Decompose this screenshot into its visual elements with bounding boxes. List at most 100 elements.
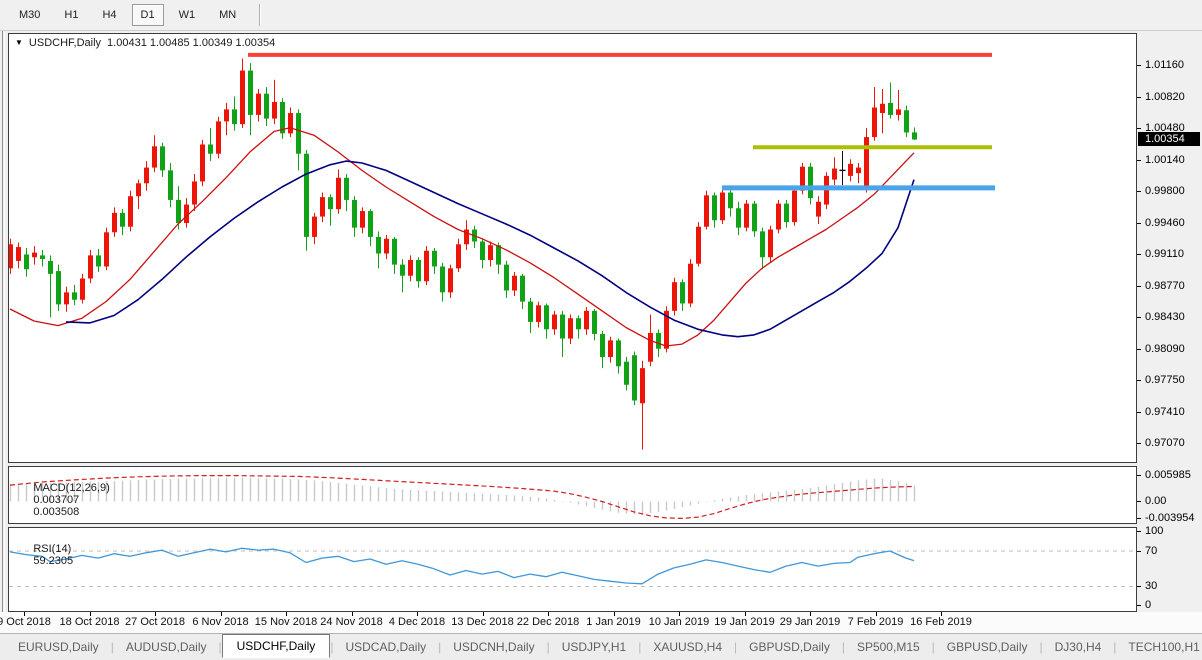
tab-eurusd-daily[interactable]: EURUSD,Daily — [6, 636, 111, 658]
window-edge-highlight — [4, 31, 5, 660]
timeframe-button-m30[interactable]: M30 — [10, 4, 49, 26]
rsi-tick — [1137, 605, 1141, 606]
price-tick — [1137, 443, 1141, 444]
rsi-tick — [1137, 531, 1141, 532]
price-axis: 1.011601.008201.004801.001400.998000.994… — [1137, 33, 1202, 612]
date-axis-label: 10 Jan 2019 — [649, 616, 710, 628]
date-axis-label: 9 Oct 2018 — [0, 616, 51, 628]
tab-usdcnh-daily[interactable]: USDCNH,Daily — [441, 636, 546, 658]
price-tick — [1137, 160, 1141, 161]
date-axis-label: 19 Jan 2019 — [714, 616, 775, 628]
tab-gbpusd-daily[interactable]: GBPUSD,Daily — [935, 636, 1040, 658]
timeframe-button-h4[interactable]: H4 — [93, 4, 125, 26]
price-axis-label: 0.97750 — [1145, 374, 1185, 386]
timeframe-toolbar: M30 H1 H4 D1 W1MN — [0, 0, 1202, 31]
rsi-line — [10, 548, 914, 584]
date-axis-label: 6 Nov 2018 — [192, 616, 248, 628]
toolbar-separator — [259, 4, 261, 26]
price-tick — [1137, 380, 1141, 381]
tab-audusd-daily[interactable]: AUDUSD,Daily — [114, 636, 219, 658]
price-axis-label: 0.97410 — [1145, 406, 1185, 418]
timeframe-button-d1[interactable]: D1 — [132, 4, 164, 26]
macd-value-signal: 0.003508 — [33, 506, 79, 518]
price-tick — [1137, 223, 1141, 224]
price-tick — [1137, 191, 1141, 192]
price-axis-label: 1.00140 — [1145, 154, 1185, 166]
date-axis-label: 13 Dec 2018 — [451, 616, 513, 628]
price-chart-panel[interactable]: ▼ USDCHF,Daily 1.00431 1.00485 1.00349 1… — [8, 33, 1137, 463]
tab-sp500-m15[interactable]: SP500,M15 — [845, 636, 932, 658]
rsi-label: RSI(14) 59.2305 — [15, 531, 73, 579]
price-tick — [1137, 317, 1141, 318]
price-tick — [1137, 65, 1141, 66]
tab-usdjpy-h1[interactable]: USDJPY,H1 — [550, 636, 638, 658]
macd-svg — [9, 467, 1136, 523]
macd-name: MACD(12,26,9) — [33, 482, 109, 494]
price-tick — [1137, 254, 1141, 255]
date-axis: 9 Oct 2018 18 Oct 2018 27 Oct 2018 6 Nov 20… — [0, 612, 1202, 633]
tab-tech100-h1[interactable]: TECH100,H1 — [1116, 636, 1202, 658]
macd-tick — [1137, 475, 1141, 476]
macd-histogram-group — [11, 478, 915, 515]
moving-averages-group — [10, 128, 914, 346]
macd-axis-label: 0.005985 — [1145, 469, 1191, 481]
macd-axis-label: -0.003954 — [1145, 512, 1195, 524]
chart-ohlc-values: 1.00431 1.00485 1.00349 1.00354 — [107, 37, 275, 49]
price-axis-label: 0.99800 — [1145, 185, 1185, 197]
price-axis-label: 0.99460 — [1145, 217, 1185, 229]
terminal-window: M30 H1 H4 D1 W1MN ▼ USDCHF,Daily 1.00431 1.0… — [0, 0, 1202, 660]
candles-group — [9, 59, 917, 450]
price-chart-svg — [9, 34, 1136, 462]
tab-xauusd-h4[interactable]: XAUUSD,H4 — [641, 636, 734, 658]
tab-usdchf-daily[interactable]: USDCHF,Daily — [222, 634, 331, 658]
rsi-value: 59.2305 — [33, 555, 73, 567]
current-price-tag: 1.00354 — [1138, 132, 1200, 146]
rsi-axis-label: 100 — [1145, 525, 1163, 537]
macd-indicator-panel[interactable]: MACD(12,26,9) 0.003707 0.003508 — [8, 466, 1137, 524]
macd-label: MACD(12,26,9) 0.003707 0.003508 — [15, 470, 110, 530]
price-axis-label: 0.99110 — [1145, 248, 1184, 260]
macd-tick — [1137, 501, 1141, 502]
tab-usdcad-daily[interactable]: USDCAD,Daily — [333, 636, 438, 658]
price-tick — [1137, 97, 1141, 98]
timeframe-button-mn[interactable]: MN — [210, 4, 245, 26]
price-axis-label: 0.98430 — [1145, 311, 1185, 323]
price-axis-label: 0.98770 — [1145, 280, 1185, 292]
date-axis-label: 27 Oct 2018 — [125, 616, 185, 628]
date-axis-label: 24 Nov 2018 — [320, 616, 382, 628]
ma-fast-line — [10, 128, 914, 346]
date-axis-label: 16 Feb 2019 — [910, 616, 972, 628]
rsi-indicator-panel[interactable]: RSI(14) 59.2305 — [8, 527, 1137, 612]
date-axis-label: 18 Oct 2018 — [60, 616, 120, 628]
price-tick — [1137, 349, 1141, 350]
chart-symbol-label: USDCHF,Daily — [29, 37, 101, 49]
price-tick — [1137, 128, 1141, 129]
macd-value-main: 0.003707 — [33, 494, 79, 506]
price-tick — [1137, 412, 1141, 413]
rsi-axis-label: 30 — [1145, 580, 1157, 592]
timeframe-button-w1[interactable]: W1 — [170, 4, 205, 26]
date-axis-label: 7 Feb 2019 — [848, 616, 904, 628]
price-axis-label: 1.01160 — [1145, 59, 1184, 71]
price-axis-label: 0.98090 — [1145, 343, 1185, 355]
rsi-tick — [1137, 586, 1141, 587]
macd-tick — [1137, 518, 1141, 519]
rsi-svg — [9, 528, 1136, 611]
macd-axis-label: 0.00 — [1145, 495, 1166, 507]
tab-dj30-h4[interactable]: DJ30,H4 — [1043, 636, 1114, 658]
chart-title: ▼ USDCHF,Daily 1.00431 1.00485 1.00349 1… — [15, 37, 275, 49]
chevron-down-icon[interactable]: ▼ — [15, 39, 23, 47]
rsi-tick — [1137, 551, 1141, 552]
timeframe-button-h1[interactable]: H1 — [55, 4, 87, 26]
price-tick — [1137, 286, 1141, 287]
window-edge-line — [2, 31, 3, 660]
rsi-name: RSI(14) — [33, 543, 71, 555]
chart-tab-bar: EURUSD,Daily|AUDUSD,Daily|USDCHF,Daily|U… — [0, 633, 1202, 660]
date-axis-label: 1 Jan 2019 — [586, 616, 640, 628]
date-axis-label: 22 Dec 2018 — [517, 616, 579, 628]
tab-gbpusd-daily[interactable]: GBPUSD,Daily — [737, 636, 842, 658]
date-axis-label: 4 Dec 2018 — [389, 616, 445, 628]
date-axis-label: 29 Jan 2019 — [780, 616, 841, 628]
rsi-axis-label: 70 — [1145, 545, 1157, 557]
rsi-axis-label: 0 — [1145, 599, 1151, 611]
